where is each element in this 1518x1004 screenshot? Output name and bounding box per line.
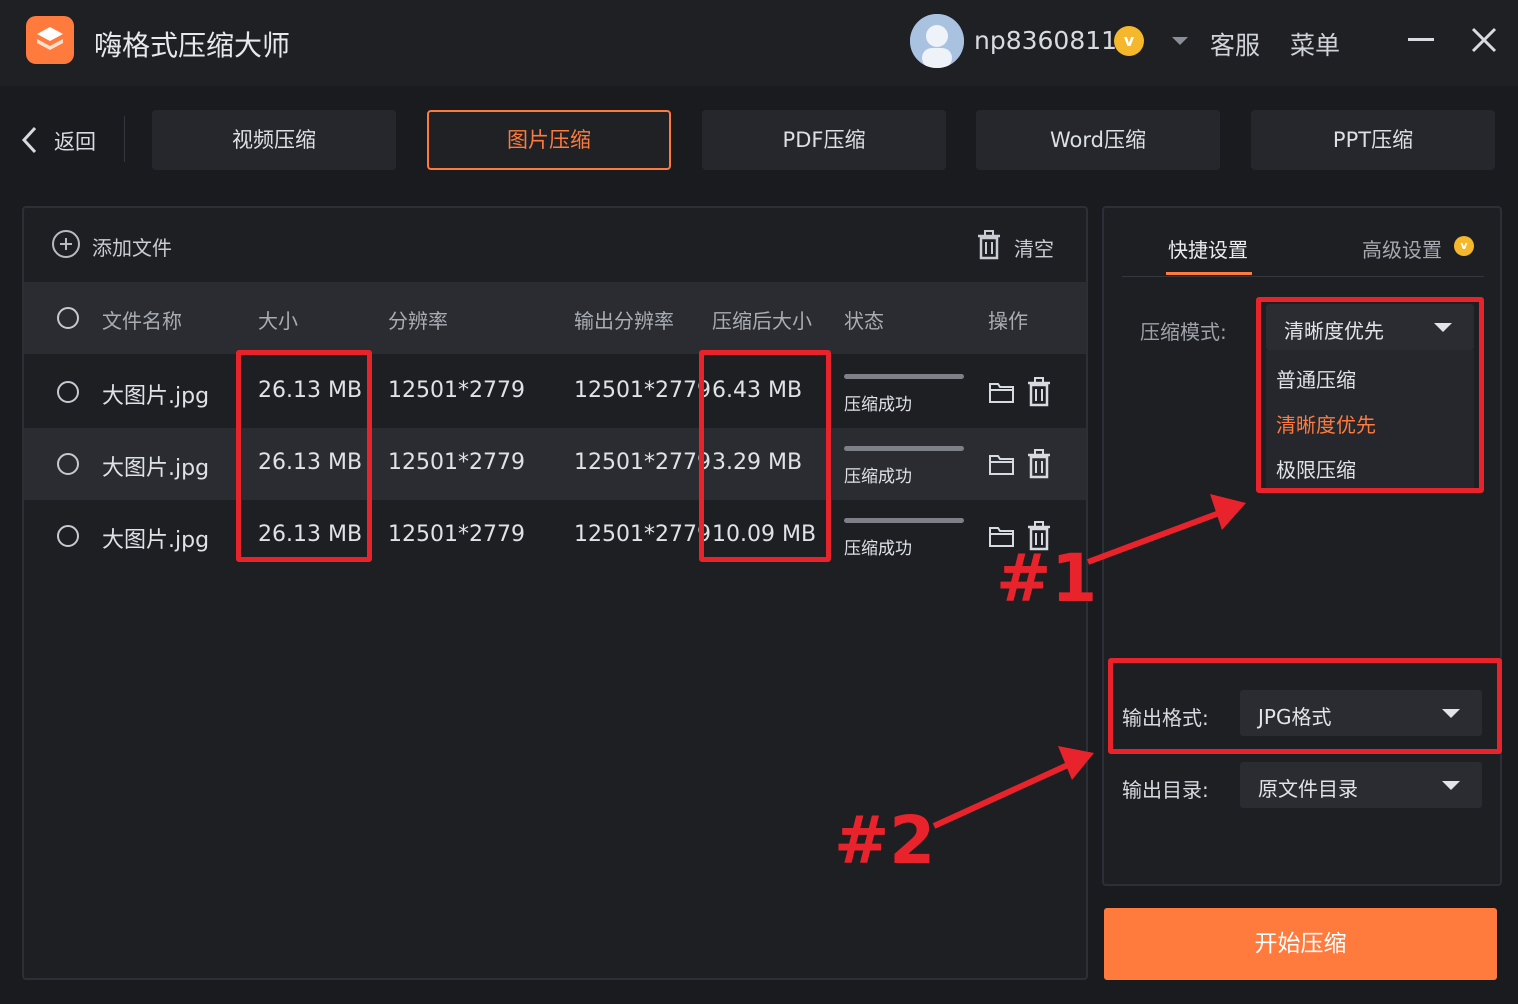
annotation-label-1: #1 [996, 540, 1098, 617]
annotation-label-2: #2 [834, 802, 936, 879]
annotation-arrows [932, 494, 1246, 829]
